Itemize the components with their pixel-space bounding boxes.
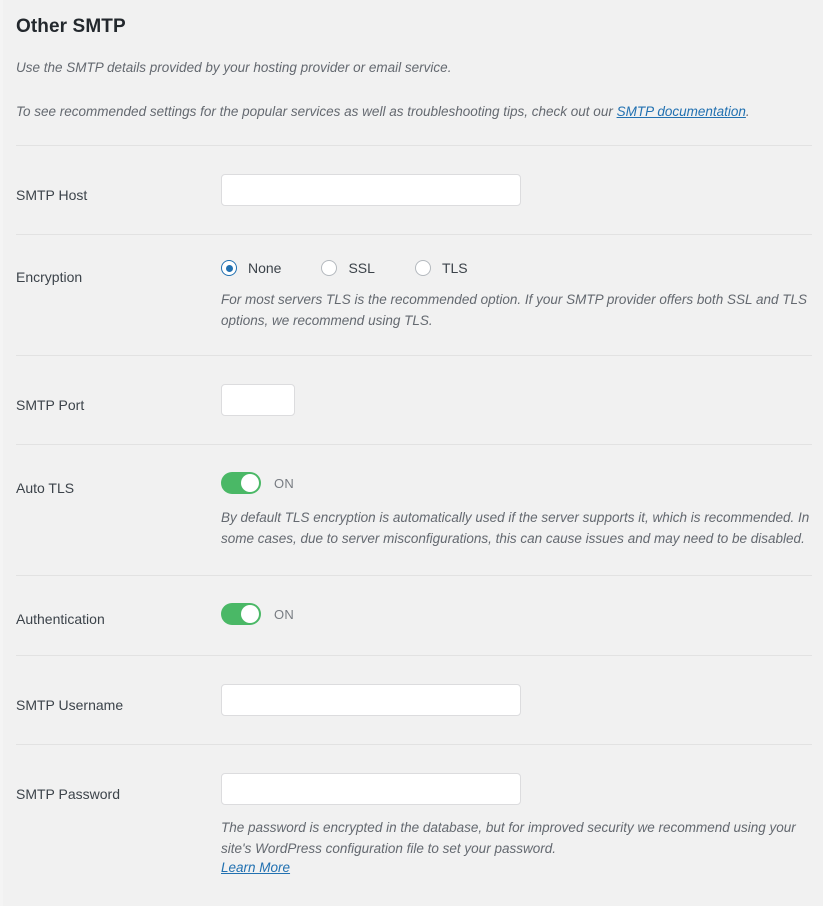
encryption-description: For most servers TLS is the recommended … — [221, 292, 808, 328]
page-title: Other SMTP — [16, 16, 126, 37]
encryption-field-area: None SSL TLS For most servers TLS is the… — [221, 260, 812, 331]
field-row-smtp-password: SMTP Password The password is encrypted … — [0, 745, 823, 885]
authentication-toggle-wrap: ON — [221, 603, 812, 625]
encryption-radio-group: None SSL TLS — [221, 260, 812, 276]
section-description-secondary-prefix: To see recommended settings for the popu… — [16, 104, 617, 119]
field-row-authentication: Authentication ON — [0, 576, 823, 655]
radio-icon — [221, 260, 237, 276]
auto-tls-label: Auto TLS — [16, 480, 75, 496]
smtp-password-field-area: The password is encrypted in the databas… — [221, 773, 812, 875]
section-header: Other SMTP Use the SMTP details provided… — [0, 0, 823, 122]
auto-tls-field-area: ON By default TLS encryption is automati… — [221, 472, 812, 549]
encryption-option-none[interactable]: None — [221, 260, 281, 276]
radio-icon — [321, 260, 338, 276]
authentication-label: Authentication — [16, 611, 105, 627]
smtp-password-input[interactable] — [221, 773, 521, 805]
encryption-option-ssl-label: SSL — [348, 260, 375, 276]
field-row-smtp-port: SMTP Port — [0, 356, 823, 444]
radio-icon — [414, 260, 431, 276]
smtp-username-field-area — [221, 684, 812, 716]
encryption-option-tls-label: TLS — [441, 260, 468, 276]
section-description-secondary-suffix: . — [745, 104, 750, 119]
other-smtp-settings-panel: Other SMTP Use the SMTP details provided… — [0, 0, 823, 885]
encryption-option-tls[interactable]: TLS — [414, 260, 468, 276]
section-description-secondary: To see recommended settings for the popu… — [16, 102, 807, 122]
authentication-toggle-state: ON — [274, 606, 295, 622]
encryption-option-none-label: None — [248, 260, 282, 276]
smtp-username-label: SMTP Username — [16, 697, 124, 713]
smtp-port-input[interactable] — [221, 384, 295, 416]
auto-tls-description: By default TLS encryption is automatical… — [221, 510, 810, 546]
field-row-auto-tls: Auto TLS ON By default TLS encryption is… — [0, 445, 823, 575]
toggle-knob-icon — [241, 605, 259, 623]
auto-tls-toggle[interactable] — [221, 472, 261, 494]
smtp-documentation-link[interactable]: SMTP documentation — [617, 104, 746, 119]
smtp-host-label: SMTP Host — [16, 187, 88, 203]
encryption-label: Encryption — [16, 269, 83, 285]
auto-tls-toggle-wrap: ON — [221, 472, 812, 494]
smtp-password-label: SMTP Password — [16, 786, 120, 802]
smtp-host-input[interactable] — [221, 174, 521, 206]
field-row-smtp-username: SMTP Username — [0, 656, 823, 744]
smtp-host-field-area — [221, 174, 812, 206]
toggle-knob-icon — [241, 474, 259, 492]
section-description-primary: Use the SMTP details provided by your ho… — [16, 60, 452, 75]
field-row-smtp-host: SMTP Host — [0, 146, 823, 234]
authentication-toggle[interactable] — [221, 603, 261, 625]
smtp-username-input[interactable] — [221, 684, 521, 716]
auto-tls-toggle-state: ON — [274, 475, 295, 491]
encryption-option-ssl[interactable]: SSL — [321, 260, 375, 276]
smtp-port-label: SMTP Port — [16, 397, 85, 413]
field-row-encryption: Encryption None SSL TLS For most servers… — [0, 235, 823, 355]
learn-more-link[interactable]: Learn More — [221, 860, 290, 875]
smtp-password-description: The password is encrypted in the databas… — [221, 820, 796, 856]
smtp-port-field-area — [221, 384, 812, 416]
authentication-field-area: ON — [221, 603, 812, 625]
